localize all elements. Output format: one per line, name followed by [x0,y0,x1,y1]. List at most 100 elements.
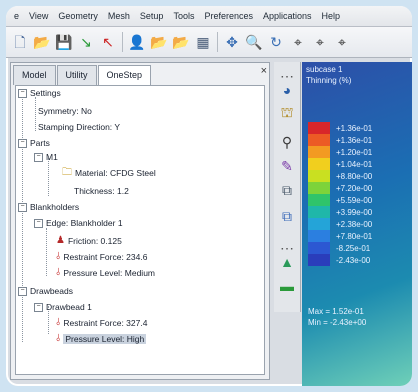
assembly-icon[interactable]: ⛫ [277,102,297,122]
tree-node-material[interactable]: 🗀 Material: CFDG Steel [62,167,156,179]
close-icon[interactable]: × [261,65,267,77]
tree-node-thickness[interactable]: Thickness: 1.2 [74,186,129,196]
legend-row: +8.80e-00 [308,170,372,182]
legend-row: +2.38e-00 [308,218,372,230]
arrow-red-icon[interactable]: ↖ [98,32,118,52]
app-window: e View Geometry Mesh Setup Tools Prefere… [6,6,412,386]
menu-geometry[interactable]: Geometry [58,11,98,21]
tool-icon[interactable]: ⚲ [277,132,297,152]
menu-edit[interactable]: e [14,11,19,21]
menu-applications[interactable]: Applications [263,11,312,21]
open-folder-icon[interactable]: 📂 [149,32,169,52]
tree-connector [35,97,36,131]
open-folder-icon[interactable]: 📂 [171,32,191,52]
collapse-toggle-icon[interactable]: − [18,202,27,212]
tree-node-m1[interactable]: − M1 [34,152,58,162]
legend-swatch [308,170,330,182]
legend-swatch [308,242,330,254]
collapse-toggle-icon[interactable]: − [18,286,27,296]
arrow-green-icon[interactable]: ↘ [76,32,96,52]
tree-label: Settings [30,88,61,98]
image-icon[interactable]: ▲ [277,252,297,272]
min-max-readout: Max = 1.52e-01 Min = -2.43e+00 [308,306,366,328]
tree-node-friction[interactable]: ♟ Friction: 0.125 [56,236,122,247]
legend-swatch [308,254,330,266]
minus-icon[interactable]: ▬ [277,276,297,296]
menu-mesh[interactable]: Mesh [108,11,130,21]
grid-icon[interactable]: ▦ [193,32,213,52]
axis-icon[interactable]: ⌖ [288,32,308,52]
tree-node-pressure-level[interactable]: ⫰ Pressure Level: High [56,334,147,344]
tree-node-drawbeads[interactable]: − Drawbeads [18,286,73,296]
legend-swatch [308,146,330,158]
tree-node-restraint-force[interactable]: ⫰ Restraint Force: 327.4 [56,318,147,329]
new-file-icon[interactable]: 🗋 [10,32,30,52]
tree-node-symmetry[interactable]: Symmetry: No [38,106,92,116]
zoom-icon[interactable]: 🔍 [244,32,264,52]
tree-node-restraint-force[interactable]: ⫰ Restraint Force: 234.6 [56,251,147,263]
save-icon[interactable]: 💾 [54,32,74,52]
component-icon[interactable]: ◕ [277,80,297,100]
axis-icon[interactable]: ⌖ [332,32,352,52]
menu-tools[interactable]: Tools [173,11,194,21]
axis-icon[interactable]: ⌖ [310,32,330,52]
legend-swatch [308,134,330,146]
tab-onestep[interactable]: OneStep [97,65,152,85]
collapse-toggle-icon[interactable]: − [18,88,27,98]
legend-value: +7.20e-00 [336,183,373,193]
tree-label-selected: Pressure Level: High [63,334,147,344]
legend-row: +7.80e-01 [308,230,372,242]
menu-help[interactable]: Help [322,11,341,21]
tree-node-settings[interactable]: − Settings [18,88,61,98]
legend-row: -2.43e-00 [308,254,372,266]
rotate-icon[interactable]: ↻ [266,32,286,52]
legend-value: +3.99e-00 [336,207,373,217]
tree-connector [48,158,49,196]
legend-row: +3.99e-00 [308,206,372,218]
viewport-header: subcase 1 Thinning (%) [306,64,351,86]
force-icon: ⫰ [56,251,61,262]
cube-icon[interactable]: ⧉ [277,180,297,200]
legend-swatch [308,158,330,170]
legend-row: +5.59e-00 [308,194,372,206]
open-folder-icon[interactable]: 📂 [32,32,52,52]
tree-label: Drawbead 1 [46,302,92,312]
toolbar-separator [122,32,123,52]
tab-model[interactable]: Model [13,65,56,85]
material-icon: 🗀 [62,167,72,178]
min-value: Min = -2.43e+00 [308,318,367,327]
brush-icon[interactable]: ✎ [277,156,297,176]
graphics-viewport[interactable]: subcase 1 Thinning (%) +1.36e-01 +1.36e-0… [302,62,412,386]
legend-row: +1.20e-01 [308,146,372,158]
person-icon[interactable]: 👤 [127,32,147,52]
tree-node-drawbead-1[interactable]: − Drawbead 1 [34,302,92,312]
collapse-toggle-icon[interactable]: − [18,138,27,148]
legend-value: +8.80e-00 [336,171,373,181]
menu-view[interactable]: View [29,11,48,21]
legend-value: +1.36e-01 [336,135,373,145]
tree-label: Stamping Direction: Y [38,122,121,132]
tree-label: Material: CFDG Steel [75,168,156,178]
tree-label: Friction: 0.125 [67,236,122,246]
tree-node-parts[interactable]: − Parts [18,138,50,148]
tree-label: Thickness: 1.2 [74,186,129,196]
tree-connector [22,96,23,342]
tree-node-stamping-direction[interactable]: Stamping Direction: Y [38,122,120,132]
legend-value: +1.20e-01 [336,147,373,157]
collapse-toggle-icon[interactable]: − [34,152,43,162]
tab-utility[interactable]: Utility [56,65,97,85]
setup-tree: − Settings Symmetry: No Stamping Directi… [15,85,265,375]
cube-icon[interactable]: ⧉ [277,206,297,226]
legend-row: +1.36e-01 [308,134,372,146]
menu-preferences[interactable]: Preferences [204,11,253,21]
tree-node-pressure-level[interactable]: ⫰ Pressure Level: Medium [56,268,155,279]
tree-connector [46,228,47,276]
model-browser-panel: Model Utility OneStep × − Settings Symme… [10,62,270,380]
tree-node-edge[interactable]: − Edge: Blankholder 1 [34,218,123,228]
main-toolbar: 🗋 📂 💾 ↘ ↖ 👤 📂 📂 ▦ ✥ 🔍 ↻ ⌖ ⌖ ⌖ [6,27,412,58]
arrow-left-icon[interactable]: ✥ [222,32,242,52]
tree-node-blankholders[interactable]: − Blankholders [18,202,79,212]
collapse-toggle-icon[interactable]: − [34,218,43,228]
menu-setup[interactable]: Setup [140,11,164,21]
collapse-toggle-icon[interactable]: − [34,302,43,312]
